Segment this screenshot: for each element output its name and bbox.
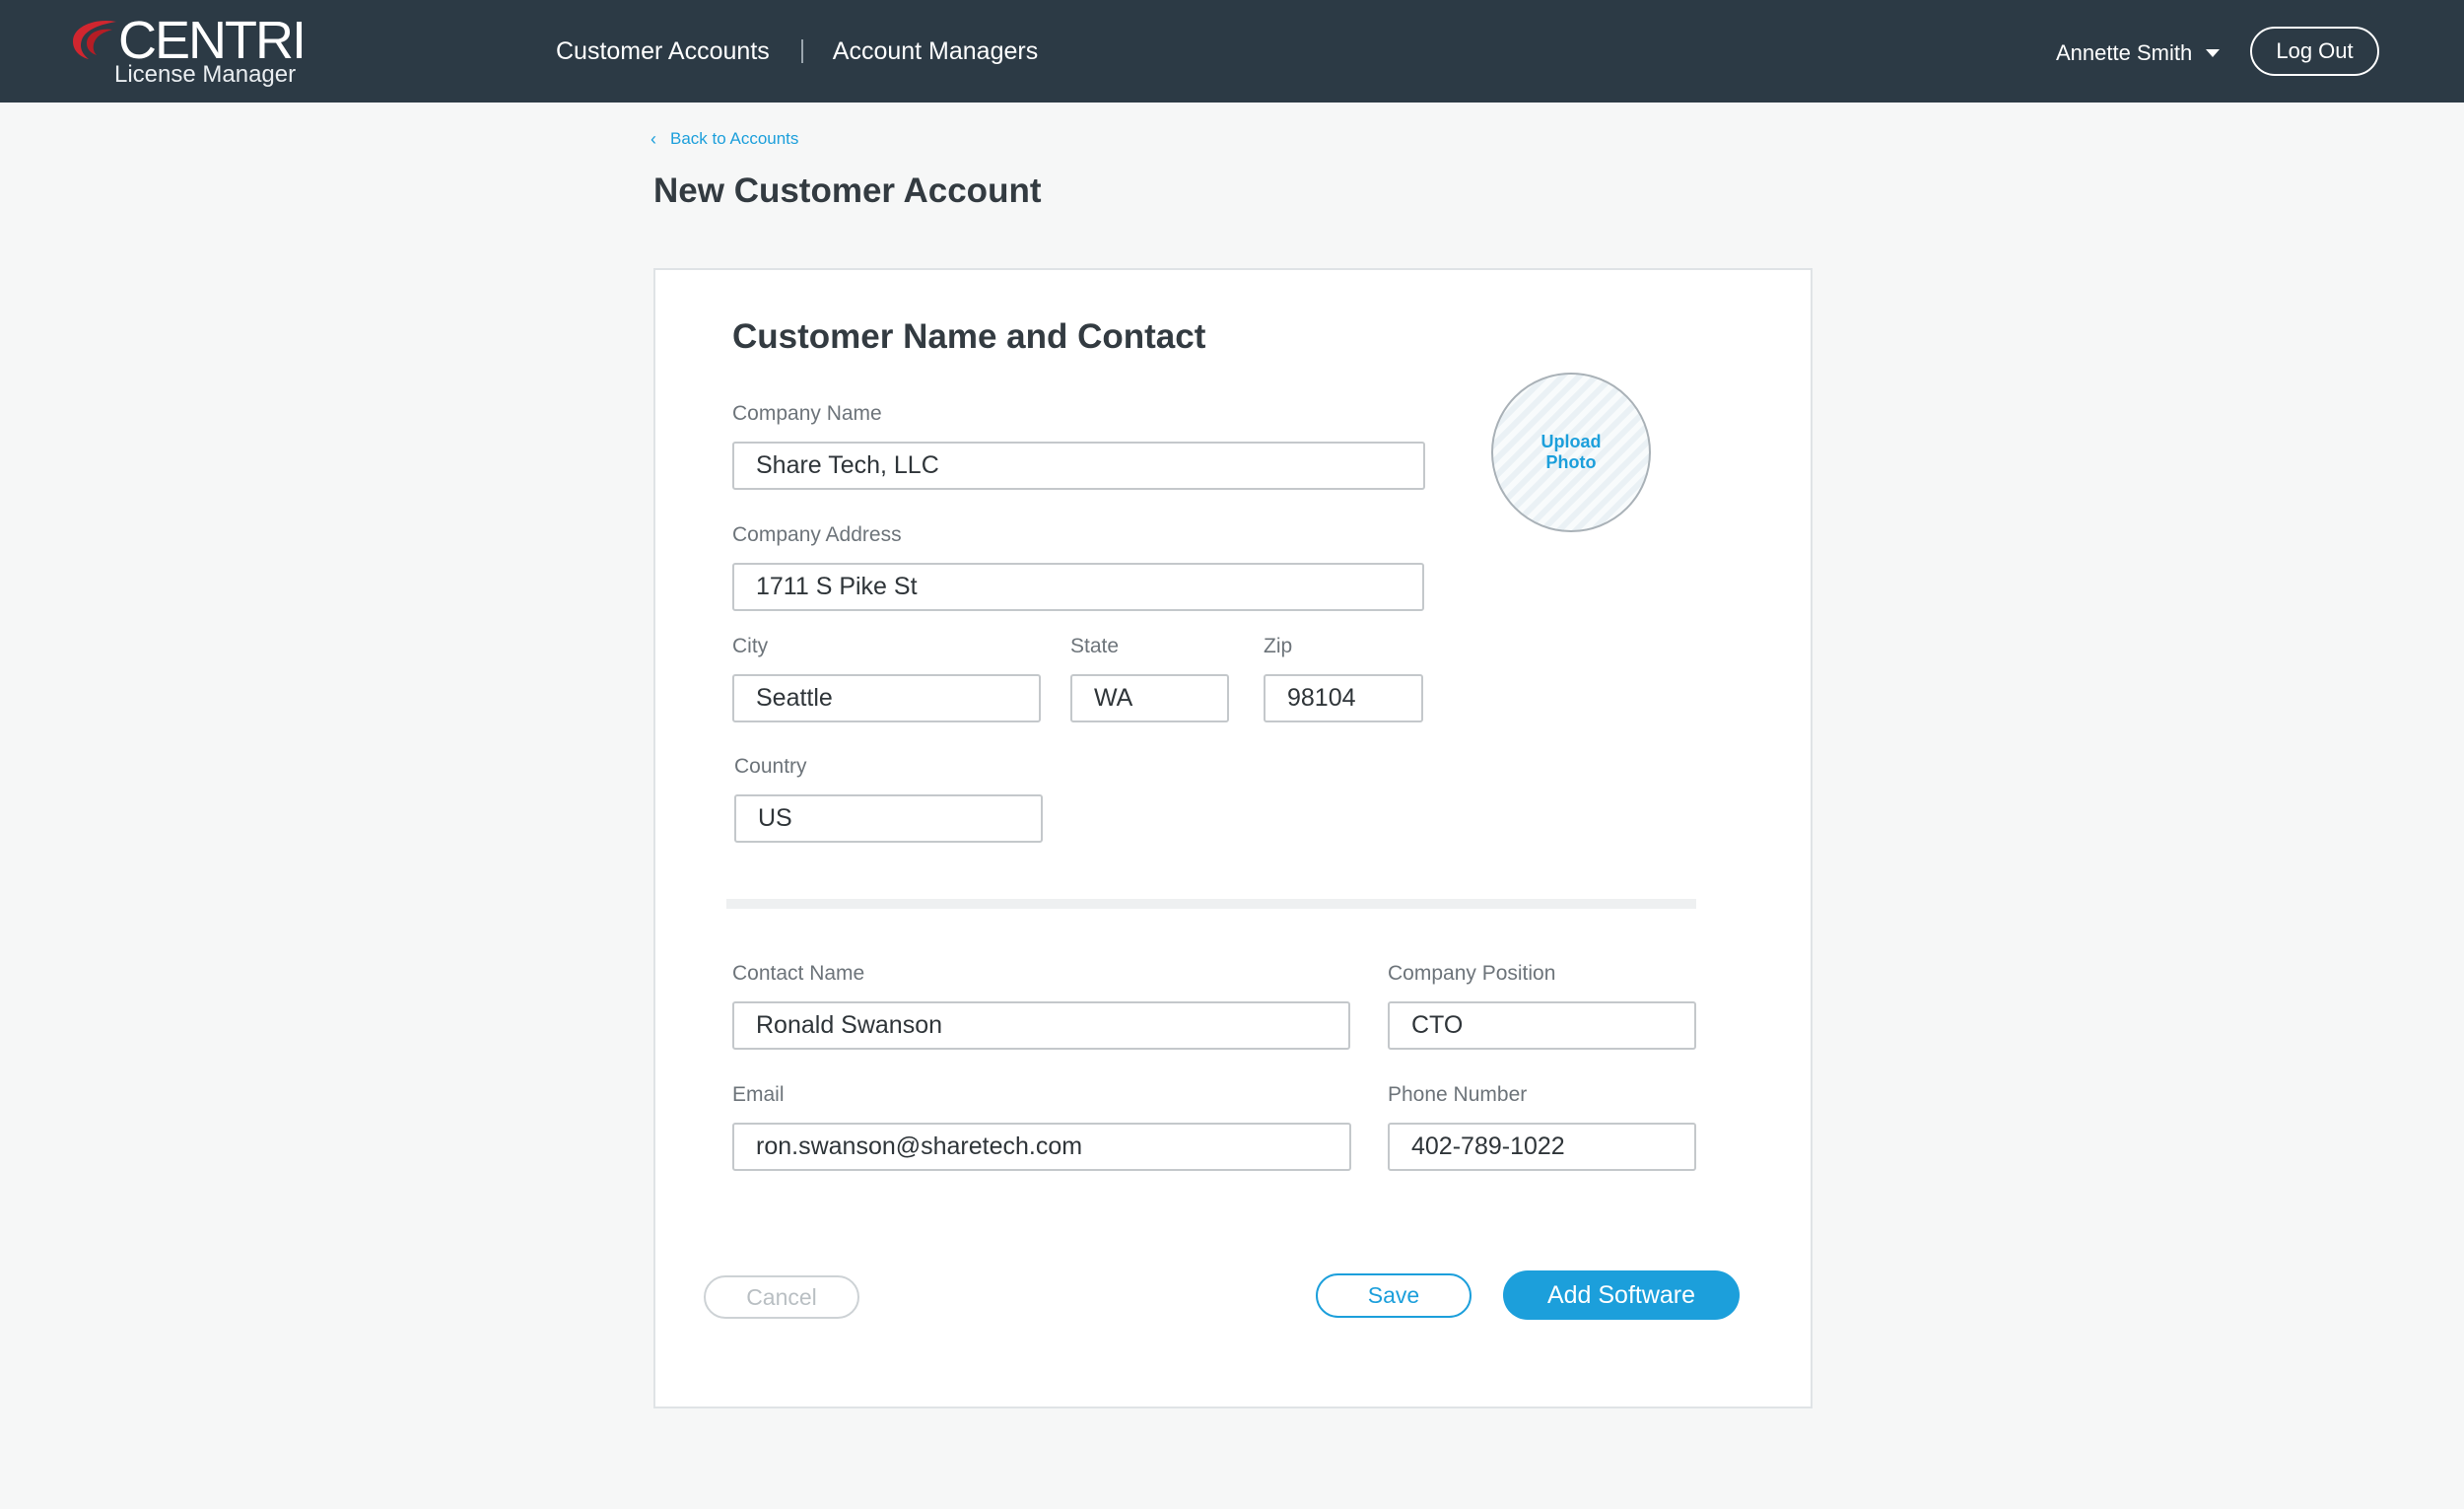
page-title: New Customer Account [653,171,1042,210]
email-field[interactable] [732,1123,1351,1171]
upload-photo-label: Upload Photo [1540,432,1602,472]
logo-product-name: License Manager [114,61,297,88]
back-to-accounts-link[interactable]: ‹ Back to Accounts [650,128,798,150]
company-position-field[interactable] [1388,1001,1696,1050]
chevron-left-icon: ‹ [650,129,656,149]
contact-name-field[interactable] [732,1001,1350,1050]
customer-form-card: Customer Name and Contact Company Name C… [653,268,1813,1408]
section-title: Customer Name and Contact [732,317,1206,356]
main-nav: Customer Accounts Account Managers [556,34,1038,69]
upload-photo-button[interactable]: Upload Photo [1491,373,1651,532]
cancel-button[interactable]: Cancel [704,1275,859,1319]
zip-label: Zip [1264,635,1293,657]
logo-swoosh-icon [73,20,116,59]
company-address-label: Company Address [732,523,902,546]
caret-down-icon [2206,49,2221,57]
country-field[interactable] [734,794,1043,843]
phone-number-label: Phone Number [1388,1083,1528,1106]
section-divider [726,899,1696,909]
logout-button[interactable]: Log Out [2250,27,2379,76]
company-address-field[interactable] [732,563,1424,611]
company-position-label: Company Position [1388,962,1556,985]
email-label: Email [732,1083,785,1106]
nav-link-account-managers[interactable]: Account Managers [833,37,1038,66]
nav-link-customer-accounts[interactable]: Customer Accounts [556,37,770,66]
add-software-button[interactable]: Add Software [1503,1270,1740,1320]
save-button[interactable]: Save [1316,1273,1472,1318]
nav-divider [800,39,803,63]
user-name: Annette Smith [2056,40,2193,65]
zip-field[interactable] [1264,674,1423,722]
contact-name-label: Contact Name [732,962,865,985]
top-navigation-bar: CENTRI License Manager Customer Accounts… [0,0,2464,103]
city-field[interactable] [732,674,1041,722]
phone-number-field[interactable] [1388,1123,1696,1171]
city-label: City [732,635,769,657]
back-link-label: Back to Accounts [670,129,799,148]
state-field[interactable] [1070,674,1229,722]
centri-logo[interactable]: CENTRI License Manager [67,10,323,93]
company-name-label: Company Name [732,402,882,425]
country-label: Country [734,755,807,778]
state-label: State [1070,635,1120,657]
user-menu[interactable]: Annette Smith [2056,37,2221,69]
company-name-field[interactable] [732,442,1425,490]
